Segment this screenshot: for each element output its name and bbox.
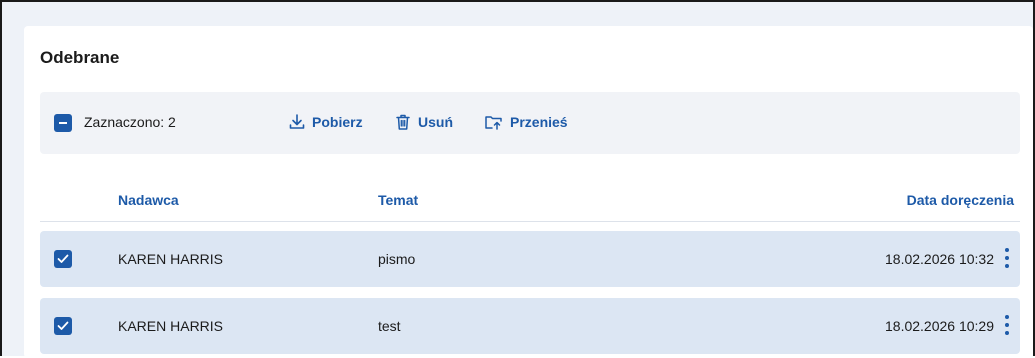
download-icon	[289, 114, 305, 129]
download-label: Pobierz	[312, 114, 363, 130]
table-header: Nadawca Temat Data doręczenia	[40, 192, 1020, 222]
download-button[interactable]: Pobierz	[288, 113, 363, 131]
selected-count: Zaznaczono: 2	[84, 114, 176, 130]
select-all-checkbox[interactable]	[54, 114, 72, 132]
column-header-subject[interactable]: Temat	[378, 192, 418, 208]
selection-toolbar: Zaznaczono: 2 Pobierz Usuń Przenieś	[40, 92, 1020, 154]
inbox-panel: Odebrane Zaznaczono: 2 Pobierz Usuń Prze…	[24, 26, 1033, 358]
row-subject: test	[378, 318, 401, 334]
more-options-icon[interactable]	[1002, 315, 1012, 335]
move-folder-icon	[485, 116, 502, 130]
move-button[interactable]: Przenieś	[484, 113, 568, 131]
more-options-icon[interactable]	[1002, 248, 1012, 268]
move-label: Przenieś	[510, 114, 568, 130]
row-subject: pismo	[378, 251, 416, 267]
checkmark-icon	[57, 254, 69, 263]
trash-icon	[396, 114, 410, 130]
column-header-sender[interactable]: Nadawca	[118, 192, 179, 208]
minus-icon	[59, 122, 67, 124]
checkmark-icon	[57, 321, 69, 330]
row-checkbox[interactable]	[54, 250, 72, 268]
delete-button[interactable]: Usuń	[394, 113, 453, 131]
row-sender: KAREN HARRIS	[118, 318, 224, 334]
column-header-date[interactable]: Data doręczenia	[907, 192, 1014, 208]
row-sender: KAREN HARRIS	[118, 251, 224, 267]
table-row[interactable]: KAREN HARRIS test 18.02.2026 10:29	[40, 298, 1020, 354]
window-frame: Odebrane Zaznaczono: 2 Pobierz Usuń Prze…	[0, 0, 1035, 358]
page-title: Odebrane	[40, 48, 120, 67]
row-date: 18.02.2026 10:29	[885, 318, 994, 334]
row-checkbox[interactable]	[54, 317, 72, 335]
table-row[interactable]: KAREN HARRIS pismo 18.02.2026 10:32	[40, 231, 1020, 287]
row-date: 18.02.2026 10:32	[885, 251, 994, 267]
delete-label: Usuń	[418, 114, 453, 130]
